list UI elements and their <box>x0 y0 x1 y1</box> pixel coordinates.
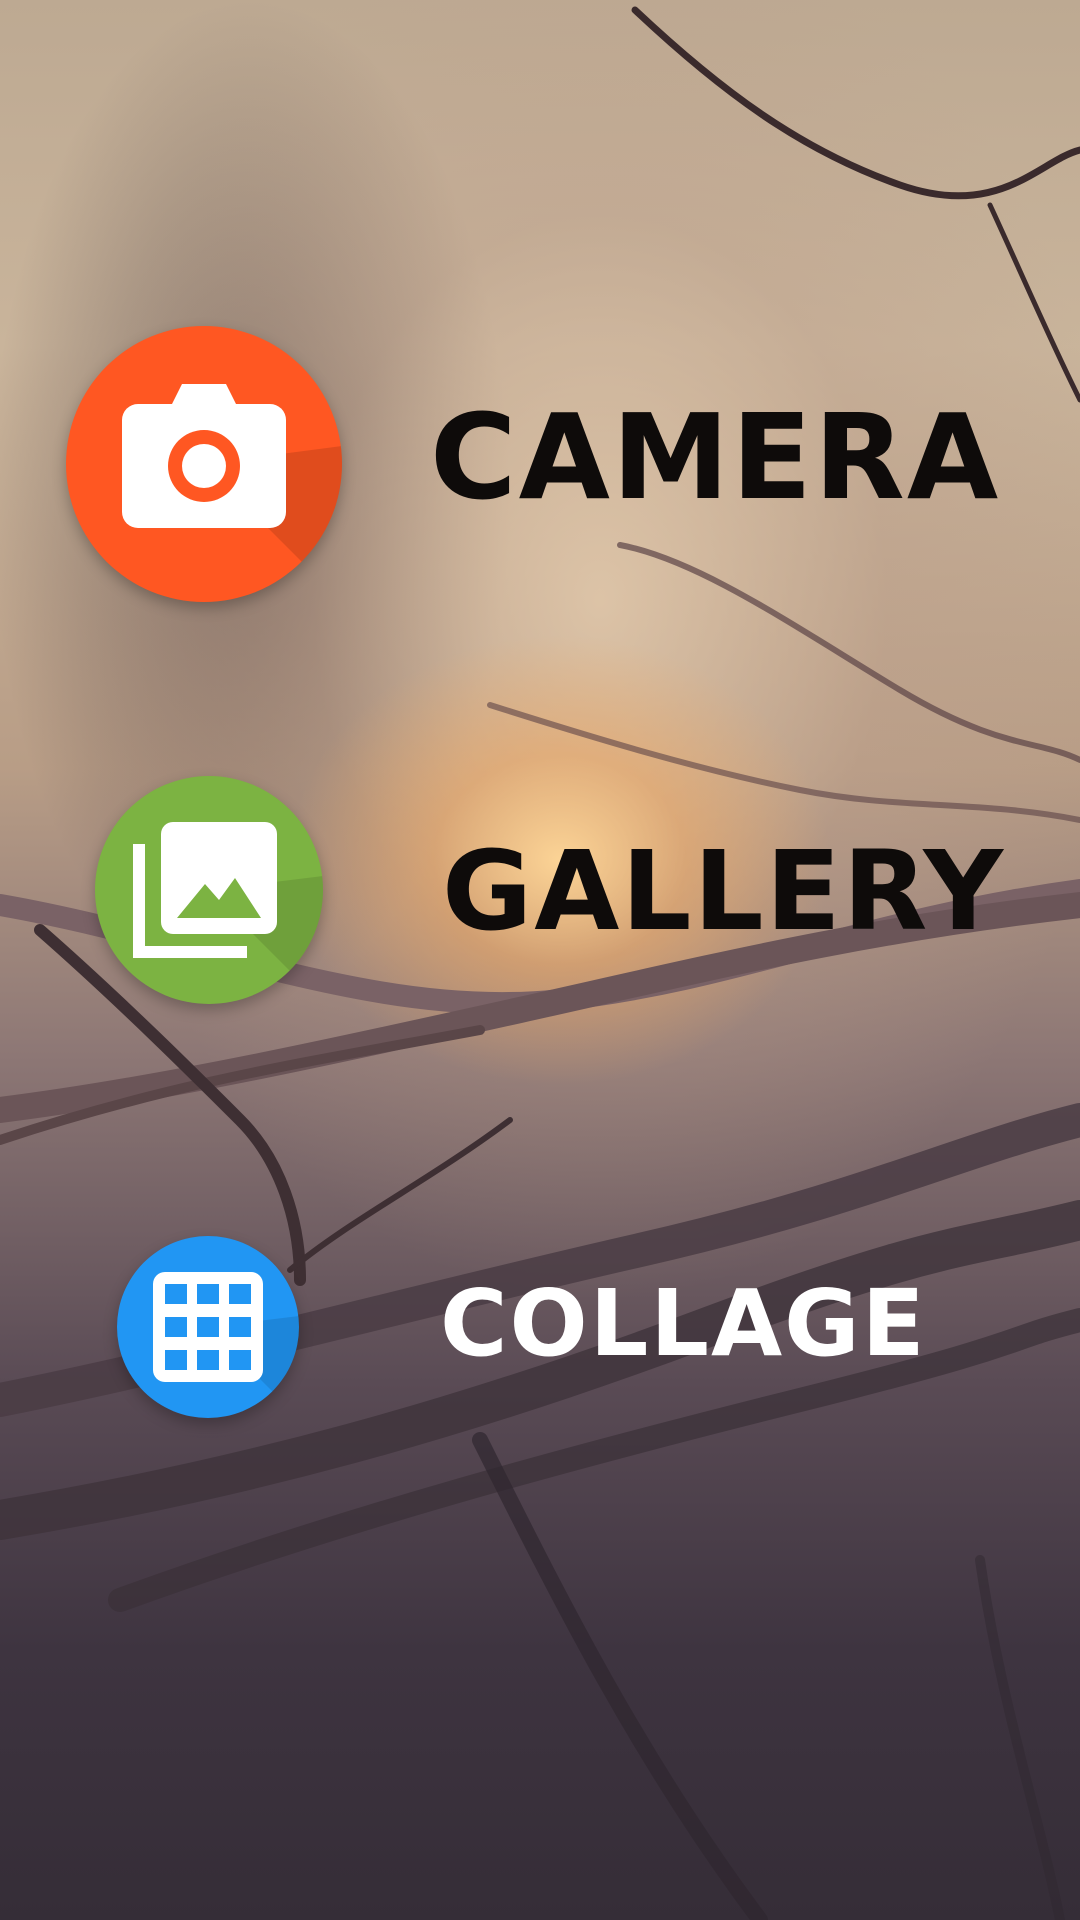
gallery-label: GALLERY <box>442 827 1006 955</box>
gallery-button[interactable] <box>95 776 323 1004</box>
gallery-menu-item[interactable]: GALLERY <box>0 776 1080 1004</box>
photo-library-icon <box>133 822 323 1004</box>
camera-button[interactable] <box>66 326 342 602</box>
collage-button[interactable] <box>117 1236 299 1418</box>
collage-label: COLLAGE <box>440 1270 927 1377</box>
camera-icon <box>122 384 342 602</box>
grid-icon <box>153 1272 299 1418</box>
camera-menu-item[interactable]: CAMERA <box>0 326 1080 602</box>
camera-label: CAMERA <box>430 388 1001 526</box>
collage-menu-item[interactable]: COLLAGE <box>0 1236 1080 1418</box>
